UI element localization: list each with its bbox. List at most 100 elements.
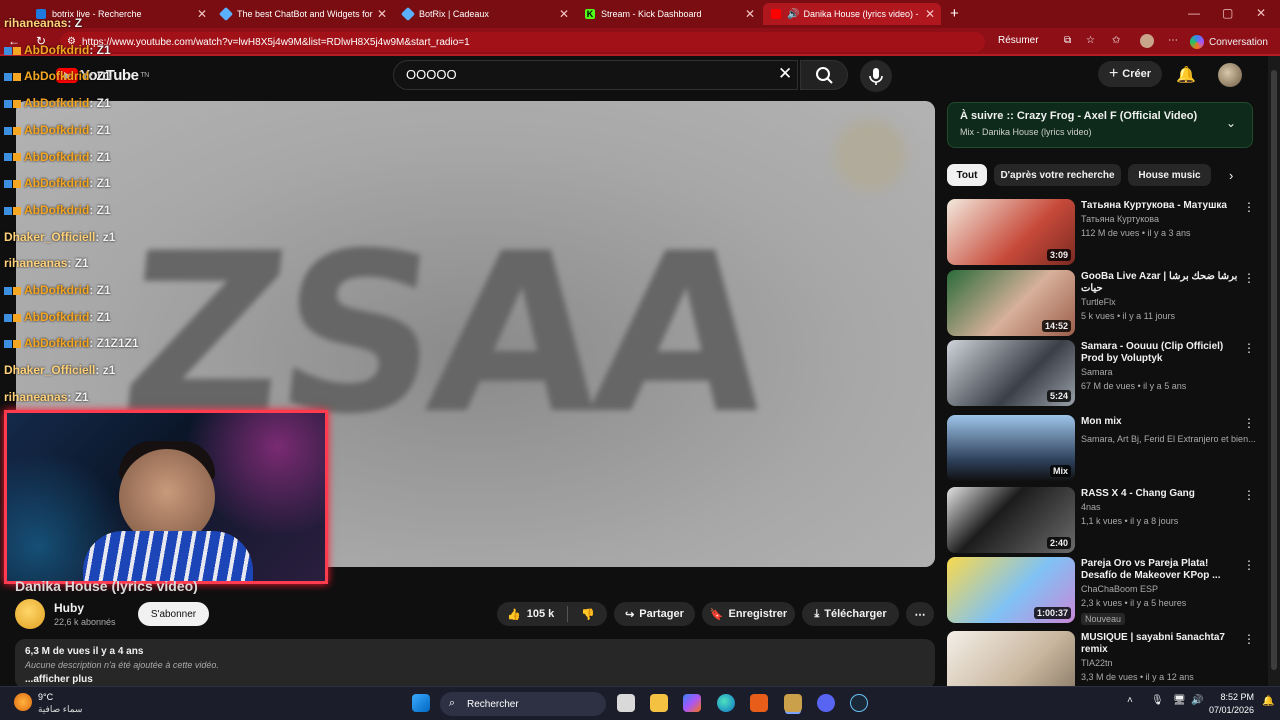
channel-name[interactable]: Huby — [54, 601, 84, 615]
rec-video-title[interactable]: Pareja Oro vs Pareja Plata! Desafío de M… — [1081, 558, 1241, 582]
rec-video-title[interactable]: Mon mix — [1081, 416, 1241, 428]
clear-search-icon[interactable]: ✕ — [778, 64, 792, 84]
chip-house-music[interactable]: House music — [1128, 164, 1211, 186]
maximize-icon[interactable]: ▢ — [1222, 6, 1233, 20]
thumbs-down-icon: 👎 — [581, 608, 595, 621]
app-orange-icon[interactable] — [750, 694, 768, 712]
chat-username: AbDofkdrid — [24, 122, 90, 137]
favorites-icon[interactable]: ✩ — [1112, 35, 1120, 46]
discord-icon[interactable] — [817, 694, 835, 712]
close-icon[interactable]: ✕ — [745, 7, 755, 21]
search-input[interactable]: OOOOO — [393, 60, 798, 90]
tab-chatbot[interactable]: The best ChatBot and Widgets for ✕ — [213, 3, 393, 25]
copilot-conversation-button[interactable]: Conversation — [1190, 33, 1268, 51]
account-avatar[interactable] — [1218, 63, 1242, 87]
video-thumbnail[interactable]: 5:24 — [947, 340, 1075, 406]
rec-video-title[interactable]: Татьяна Куртукова - Матушка — [1081, 200, 1241, 212]
rec-video-title[interactable]: RASS X 4 - Chang Gang — [1081, 488, 1241, 500]
rec-video-title[interactable]: MUSIQUE | sayabni 5anachta7 remix — [1081, 632, 1241, 656]
edge-browser-icon[interactable] — [717, 694, 735, 712]
file-explorer-icon[interactable] — [650, 694, 668, 712]
bookmark-icon: 🔖 — [709, 608, 724, 621]
close-icon[interactable]: ✕ — [197, 7, 207, 21]
tab-botrix-cadeaux[interactable]: BotRix | Cadeaux ✕ — [395, 3, 575, 25]
steam-icon[interactable] — [850, 694, 868, 712]
rec-video-title[interactable]: Samara - Oouuu (Clip Officiel) Prod by V… — [1081, 341, 1241, 365]
close-icon[interactable]: ✕ — [559, 7, 569, 21]
chevron-down-icon[interactable]: ⌄ — [1226, 116, 1236, 130]
voice-search-button[interactable] — [860, 60, 892, 92]
chevron-right-icon[interactable]: › — [1229, 168, 1233, 183]
rec-channel-name[interactable]: ChaChaBoom ESP — [1081, 584, 1158, 594]
rec-channel-name[interactable]: Samara, Art Bj, Ferid El Extranjero et b… — [1081, 434, 1256, 444]
profile-avatar[interactable] — [1140, 34, 1154, 48]
windows-start-icon[interactable] — [412, 694, 430, 712]
resume-button[interactable]: Résumer — [998, 35, 1039, 46]
new-tab-icon[interactable]: + — [950, 5, 959, 22]
subscriber-badge-icon — [13, 73, 21, 82]
scrollbar-thumb[interactable] — [1271, 70, 1277, 670]
tab-kick-dashboard[interactable]: K Stream - Kick Dashboard ✕ — [577, 3, 761, 25]
video-thumbnail[interactable]: 1:00:37 — [947, 557, 1075, 623]
rec-channel-name[interactable]: TurtleFlx — [1081, 297, 1116, 307]
notifications-bell-icon[interactable]: 🔔 — [1176, 65, 1196, 85]
video-thumbnail[interactable]: 3:09 — [947, 199, 1075, 265]
rec-channel-name[interactable]: 4nas — [1081, 502, 1101, 512]
volume-icon[interactable]: 🔊 — [1191, 695, 1203, 706]
clock-time[interactable]: 8:52 PM — [1204, 692, 1254, 702]
favorite-star-icon[interactable]: ☆ — [1086, 35, 1095, 46]
rec-channel-name[interactable]: TIA22tn — [1081, 658, 1113, 668]
show-more-link[interactable]: ...afficher plus — [25, 674, 93, 685]
rec-channel-name[interactable]: Татьяна Куртукова — [1081, 214, 1159, 224]
more-vertical-icon[interactable]: ⋮ — [1243, 271, 1255, 285]
network-icon[interactable]: 🖥 — [1173, 695, 1186, 706]
subscribe-button[interactable]: S'abonner — [138, 602, 209, 626]
duration-badge: 14:52 — [1041, 320, 1071, 332]
share-button[interactable]: ↪ Partager — [614, 602, 695, 626]
more-vertical-icon[interactable]: ⋮ — [1243, 632, 1255, 646]
video-thumbnail[interactable]: Mix — [947, 415, 1075, 481]
chip-from-search[interactable]: D'après votre recherche — [994, 164, 1121, 186]
search-button[interactable] — [800, 60, 848, 90]
subscriber-badge-icon — [13, 153, 21, 162]
task-view-icon[interactable] — [617, 694, 635, 712]
rec-video-title[interactable]: GooBa Live Azar | برشا ضحك برشا حيات — [1081, 271, 1241, 295]
dislike-button[interactable]: 👎 — [581, 608, 595, 621]
minimize-icon[interactable]: — — [1188, 6, 1200, 20]
close-icon[interactable]: ✕ — [925, 7, 935, 21]
weather-icon[interactable] — [14, 693, 32, 711]
save-button[interactable]: 🔖 Enregistrer — [702, 602, 795, 626]
download-button[interactable]: ⤓ Télécharger — [802, 602, 899, 626]
more-vertical-icon[interactable]: ⋮ — [1243, 488, 1255, 502]
more-icon[interactable]: ⋯ — [1168, 35, 1178, 46]
clock-date[interactable]: 07/01/2026 — [1204, 705, 1254, 715]
notifications-icon[interactable]: 🔔 — [1262, 696, 1274, 707]
video-thumbnail[interactable]: 14:52 — [947, 270, 1075, 336]
like-button[interactable]: 👍 105 k — [507, 608, 554, 621]
create-button[interactable]: + Créer — [1098, 61, 1162, 87]
close-icon[interactable]: ✕ — [377, 7, 387, 21]
chat-username: rihaneanas — [4, 16, 68, 30]
system-tray-chevron-icon[interactable]: ˄ — [1127, 695, 1133, 706]
extensions-icon[interactable]: ⧉ — [1064, 35, 1071, 46]
taskbar-search[interactable]: ⌕ Rechercher — [440, 692, 606, 716]
microphone-tray-icon[interactable]: 🎙 — [1151, 695, 1164, 706]
channel-avatar[interactable] — [15, 599, 45, 629]
window-close-icon[interactable]: ✕ — [1256, 6, 1266, 20]
more-vertical-icon[interactable]: ⋮ — [1243, 416, 1255, 430]
chip-all[interactable]: Tout — [947, 164, 987, 186]
speaker-icon[interactable]: 🔊 — [787, 9, 799, 20]
tab-youtube-active[interactable]: 🔊 Danika House (lyrics video) - ✕ — [763, 3, 941, 25]
more-vertical-icon[interactable]: ⋮ — [1243, 200, 1255, 214]
copilot-app-icon[interactable] — [683, 694, 701, 712]
video-thumbnail[interactable]: 2:40 — [947, 487, 1075, 553]
rec-channel-name[interactable]: Samara — [1081, 367, 1113, 377]
up-next-panel[interactable] — [947, 102, 1253, 148]
more-vertical-icon[interactable]: ⋮ — [1243, 558, 1255, 572]
more-actions-button[interactable]: ⋯ — [906, 602, 934, 626]
obs-active-app-icon[interactable] — [784, 694, 802, 712]
url-field[interactable]: ⚙ https://www.youtube.com/watch?v=lwH8X5… — [60, 32, 985, 52]
chat-message: AbDofkdrid: Z1 — [4, 283, 111, 297]
more-vertical-icon[interactable]: ⋮ — [1243, 341, 1255, 355]
chat-username: AbDofkdrid — [24, 283, 90, 297]
